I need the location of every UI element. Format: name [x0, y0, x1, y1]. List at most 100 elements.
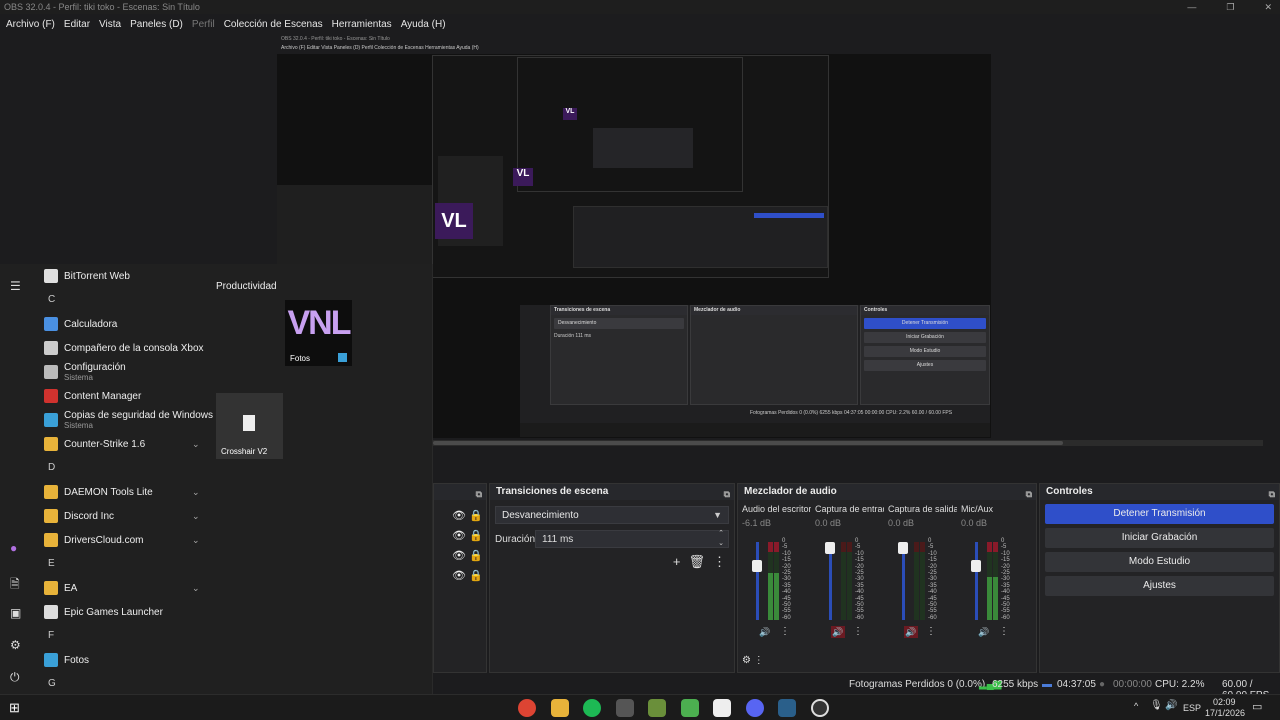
calendar-icon[interactable] [713, 699, 731, 717]
mic-icon[interactable]: 🎙 [1150, 700, 1163, 711]
letter-header[interactable]: G [48, 678, 56, 689]
maximize-button[interactable]: ❐ [1226, 0, 1234, 14]
obs-icon[interactable] [811, 699, 829, 717]
app-list-item[interactable]: Epic Games Launcher [44, 601, 163, 623]
green-app-icon[interactable] [681, 699, 699, 717]
chevron-down-icon[interactable]: ⌄ [192, 487, 200, 498]
tray-up-icon[interactable]: ^ [1134, 701, 1138, 711]
stop-stream-button[interactable]: Detener Transmisión [1045, 504, 1274, 524]
transition-select[interactable]: Desvanecimiento ▼ [495, 506, 729, 524]
speaker-icon[interactable]: 🔊 [1165, 700, 1177, 711]
menu-herramientas[interactable]: Herramientas [332, 19, 392, 30]
fader-handle[interactable] [825, 542, 835, 554]
app-list-item[interactable]: Configuración Sistema [44, 361, 126, 383]
add-transition-icon[interactable]: + [673, 554, 681, 570]
user-avatar-icon[interactable]: ● [10, 541, 17, 555]
documents-icon[interactable]: 🗎 [10, 575, 20, 596]
app-list-item[interactable]: Calculadora [44, 313, 117, 335]
letter-header[interactable]: F [48, 630, 54, 641]
menu-perfil[interactable]: Perfil [192, 19, 215, 30]
app-list-item[interactable]: Copias de seguridad de Windows Sistema [44, 409, 213, 431]
letter-header[interactable]: E [48, 558, 55, 569]
channel-menu-icon[interactable]: ⋮ [926, 626, 936, 637]
minecraft-icon[interactable] [648, 699, 666, 717]
transitions-undock-icon[interactable]: ⧉ [724, 486, 730, 502]
menu-paneles[interactable]: Paneles (D) [130, 19, 183, 30]
file-explorer-icon[interactable] [551, 699, 569, 717]
app-list-item[interactable]: Content Manager [44, 385, 141, 407]
source-row[interactable]: 👁 🔒 [452, 526, 483, 546]
speaker-icon[interactable]: 🔊 [977, 626, 991, 638]
settings-button[interactable]: Ajustes [1045, 576, 1274, 596]
app-list-item[interactable]: Compañero de la consola Xbox [44, 337, 204, 359]
volume-fader[interactable] [756, 542, 759, 620]
app-list-item[interactable]: Fotos [44, 649, 89, 671]
minimize-button[interactable]: — [1187, 0, 1196, 14]
lock-icon[interactable]: 🔒 [469, 550, 483, 562]
eye-icon[interactable]: 👁 [452, 550, 466, 562]
tile-fotos[interactable]: VNL Fotos [285, 300, 352, 366]
spotify-icon[interactable] [583, 699, 601, 717]
more-options-icon[interactable]: ⋮ [713, 554, 726, 570]
chevron-down-icon[interactable]: ⌄ [192, 511, 200, 522]
power-icon[interactable]: ⏻ [10, 670, 20, 685]
preview-scrollbar[interactable] [433, 440, 1263, 446]
tile-crosshair[interactable]: Crosshair V2 [216, 393, 283, 459]
lock-icon[interactable]: 🔒 [469, 530, 483, 542]
chrome-icon[interactable] [518, 699, 536, 717]
menu-ayuda[interactable]: Ayuda (H) [401, 19, 446, 30]
lock-icon[interactable]: 🔒 [469, 510, 483, 522]
fader-handle[interactable] [898, 542, 908, 554]
letter-header[interactable]: C [48, 294, 55, 305]
steam-icon[interactable] [778, 699, 796, 717]
menu-coleccion[interactable]: Colección de Escenas [224, 19, 323, 30]
app-list-item[interactable]: EA ⌄ [44, 577, 200, 599]
source-row[interactable]: 👁 🔒 [452, 566, 483, 586]
app-list-item[interactable]: DAEMON Tools Lite ⌄ [44, 481, 200, 503]
letter-header[interactable]: D [48, 462, 55, 473]
menu-vista[interactable]: Vista [99, 19, 121, 30]
eye-icon[interactable]: 👁 [452, 510, 466, 522]
spin-arrows-icon[interactable]: ⌃ ⌄ [718, 529, 724, 549]
fader-handle[interactable] [971, 560, 981, 572]
chevron-down-icon[interactable]: ⌄ [192, 535, 200, 546]
close-button[interactable]: ✕ [1264, 0, 1272, 14]
trash-icon[interactable]: 🗑 [688, 554, 705, 570]
controls-undock-icon[interactable]: ⧉ [1269, 486, 1275, 502]
channel-menu-icon[interactable]: ⋮ [853, 626, 863, 637]
mixer-more-icon[interactable]: ⋮ [754, 655, 764, 666]
menu-archivo[interactable]: Archivo (F) [6, 19, 55, 30]
hamburger-icon[interactable]: ☰ [10, 279, 21, 293]
speaker-icon[interactable]: 🔊 [758, 626, 772, 638]
pictures-icon[interactable]: ▣ [10, 606, 21, 620]
chevron-down-icon[interactable]: ⌄ [192, 583, 200, 594]
mixer-settings-icon[interactable]: ⚙ [742, 655, 751, 666]
muted-speaker-icon[interactable]: 🔊 [904, 626, 918, 638]
sources-undock-icon[interactable]: ⧉ [476, 486, 482, 502]
eye-icon[interactable]: 👁 [452, 530, 466, 542]
settings-gear-icon[interactable]: ⚙ [10, 638, 21, 652]
studio-mode-button[interactable]: Modo Estudio [1045, 552, 1274, 572]
notifications-icon[interactable]: ▭ [1252, 700, 1262, 713]
menu-editar[interactable]: Editar [64, 19, 90, 30]
channel-menu-icon[interactable]: ⋮ [780, 626, 790, 637]
tray-time[interactable]: 02:09 [1213, 697, 1236, 707]
duration-spinbox[interactable]: 111 ms ⌃ ⌄ [535, 530, 729, 548]
app-list-item[interactable]: Discord Inc ⌄ [44, 505, 200, 527]
app-list-item[interactable]: BitTorrent Web [44, 265, 130, 287]
preview-scrollbar-thumb[interactable] [433, 441, 1063, 445]
chevron-down-icon[interactable]: ⌄ [192, 439, 200, 450]
start-recording-button[interactable]: Iniciar Grabación [1045, 528, 1274, 548]
volume-fader[interactable] [975, 542, 978, 620]
fader-handle[interactable] [752, 560, 762, 572]
source-row[interactable]: 👁 🔒 [452, 546, 483, 566]
eye-icon[interactable]: 👁 [452, 570, 466, 582]
source-row[interactable]: 👁 🔒 [452, 506, 483, 526]
windows-start-icon[interactable]: ⊞ [9, 700, 20, 716]
discord-icon[interactable] [746, 699, 764, 717]
app-list-item[interactable]: Counter-Strike 1.6 ⌄ [44, 433, 200, 455]
muted-speaker-icon[interactable]: 🔊 [831, 626, 845, 638]
channel-menu-icon[interactable]: ⋮ [999, 626, 1009, 637]
app-list-item[interactable]: DriversCloud.com ⌄ [44, 529, 200, 551]
lock-icon[interactable]: 🔒 [469, 570, 483, 582]
